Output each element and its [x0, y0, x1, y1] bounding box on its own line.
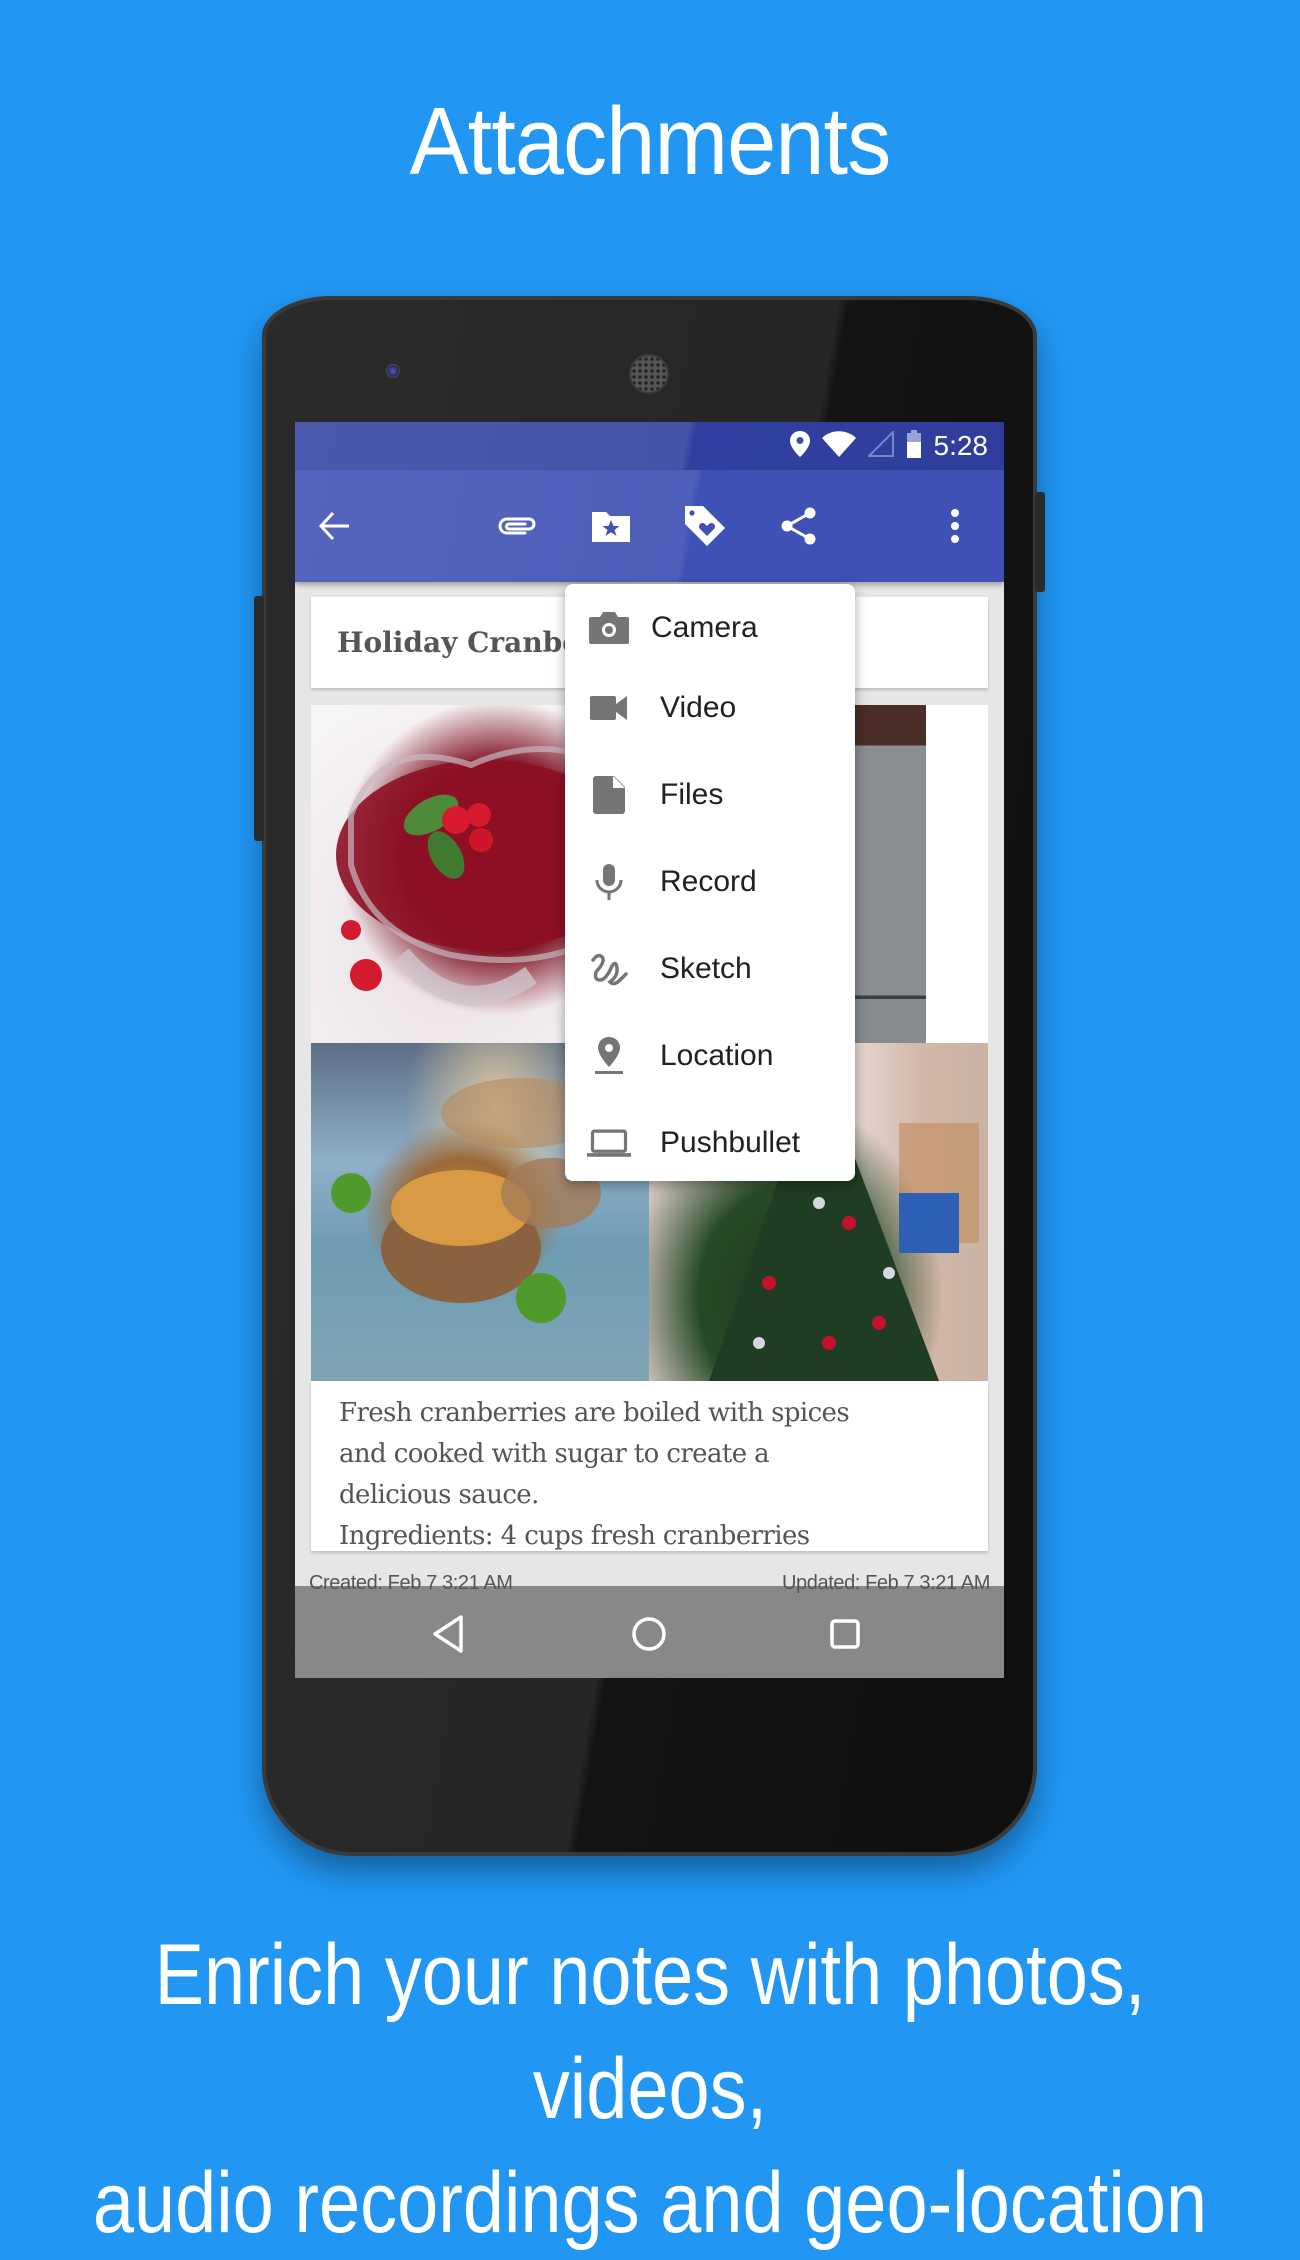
nav-recents-button[interactable] — [817, 1606, 873, 1662]
menu-item-video[interactable]: Video — [565, 664, 855, 751]
cell-signal-icon — [866, 429, 894, 462]
earpiece-speaker — [631, 356, 667, 392]
attachment-icon — [498, 517, 536, 535]
note-title[interactable]: Holiday Cranbe — [337, 597, 567, 688]
menu-label: Video — [660, 690, 737, 724]
laptop-icon — [587, 1121, 631, 1165]
category-button[interactable] — [585, 500, 637, 552]
status-time: 5:28 — [933, 430, 989, 461]
menu-label: Record — [660, 864, 757, 898]
more-options-button[interactable] — [937, 500, 973, 552]
menu-label: Camera — [651, 610, 758, 644]
attach-button[interactable] — [491, 500, 543, 552]
status-bar: 5:28 — [295, 422, 1004, 470]
system-nav-bar — [295, 1586, 1004, 1678]
note-body-text[interactable]: Fresh cranberries are boiled with spices… — [339, 1393, 968, 1557]
promo-headline: Attachments — [409, 88, 892, 195]
more-vert-icon — [951, 509, 959, 543]
menu-item-pushbullet[interactable]: Pushbullet — [565, 1099, 855, 1186]
front-camera — [386, 364, 400, 378]
updated-date: Updated: Feb 7 3:21 AM — [781, 1572, 990, 1594]
tag-button[interactable] — [679, 500, 731, 552]
back-arrow-icon — [318, 511, 349, 541]
phone-volume-button — [254, 596, 264, 841]
phone-screen: 5:28 Holiday Cranbe Fresh cranberries ar… — [295, 422, 1004, 1678]
back-triangle-icon — [433, 1615, 463, 1653]
nav-back-button[interactable] — [421, 1606, 477, 1662]
back-button[interactable] — [309, 500, 361, 552]
menu-label: Pushbullet — [660, 1125, 801, 1159]
share-button[interactable] — [773, 500, 825, 552]
share-icon — [781, 507, 816, 545]
menu-label: Files — [660, 777, 724, 811]
app-toolbar — [295, 470, 1004, 582]
gesture-icon — [587, 947, 631, 991]
tagline-line-2: audio recordings and geo-location — [92, 2155, 1208, 2251]
created-date: Created: Feb 7 3:21 AM — [309, 1572, 513, 1594]
phone-mockup: 5:28 Holiday Cranbe Fresh cranberries ar… — [254, 296, 1045, 1856]
tagline-line-1: Enrich your notes with photos, videos, — [154, 1927, 1146, 2137]
note-body-card[interactable]: Fresh cranberries are boiled with spices… — [311, 1381, 988, 1551]
videocam-icon — [587, 686, 631, 730]
mic-icon — [587, 860, 631, 904]
menu-item-record[interactable]: Record — [565, 838, 855, 925]
file-icon — [587, 773, 631, 817]
phone-power-button — [1035, 492, 1045, 592]
home-circle-icon — [632, 1617, 666, 1651]
category-folder-icon — [592, 512, 630, 542]
recents-square-icon — [830, 1619, 860, 1649]
menu-item-sketch[interactable]: Sketch — [565, 925, 855, 1012]
menu-item-camera[interactable]: Camera — [565, 584, 855, 671]
attachment-menu: Camera Video Files Record Sketch Locatio… — [565, 584, 855, 1181]
menu-item-location[interactable]: Location — [565, 1012, 855, 1099]
wifi-icon — [821, 430, 856, 462]
menu-label: Location — [660, 1038, 774, 1072]
battery-icon — [906, 429, 922, 463]
nav-home-button[interactable] — [621, 1606, 677, 1662]
pin-drop-icon — [587, 1034, 631, 1078]
location-icon — [789, 430, 810, 462]
menu-label: Sketch — [660, 951, 752, 985]
promo-tagline: Enrich your notes with photos, videos, a… — [91, 1918, 1209, 2260]
menu-item-files[interactable]: Files — [565, 751, 855, 838]
camera-icon — [587, 606, 631, 650]
tag-icon — [685, 506, 725, 546]
